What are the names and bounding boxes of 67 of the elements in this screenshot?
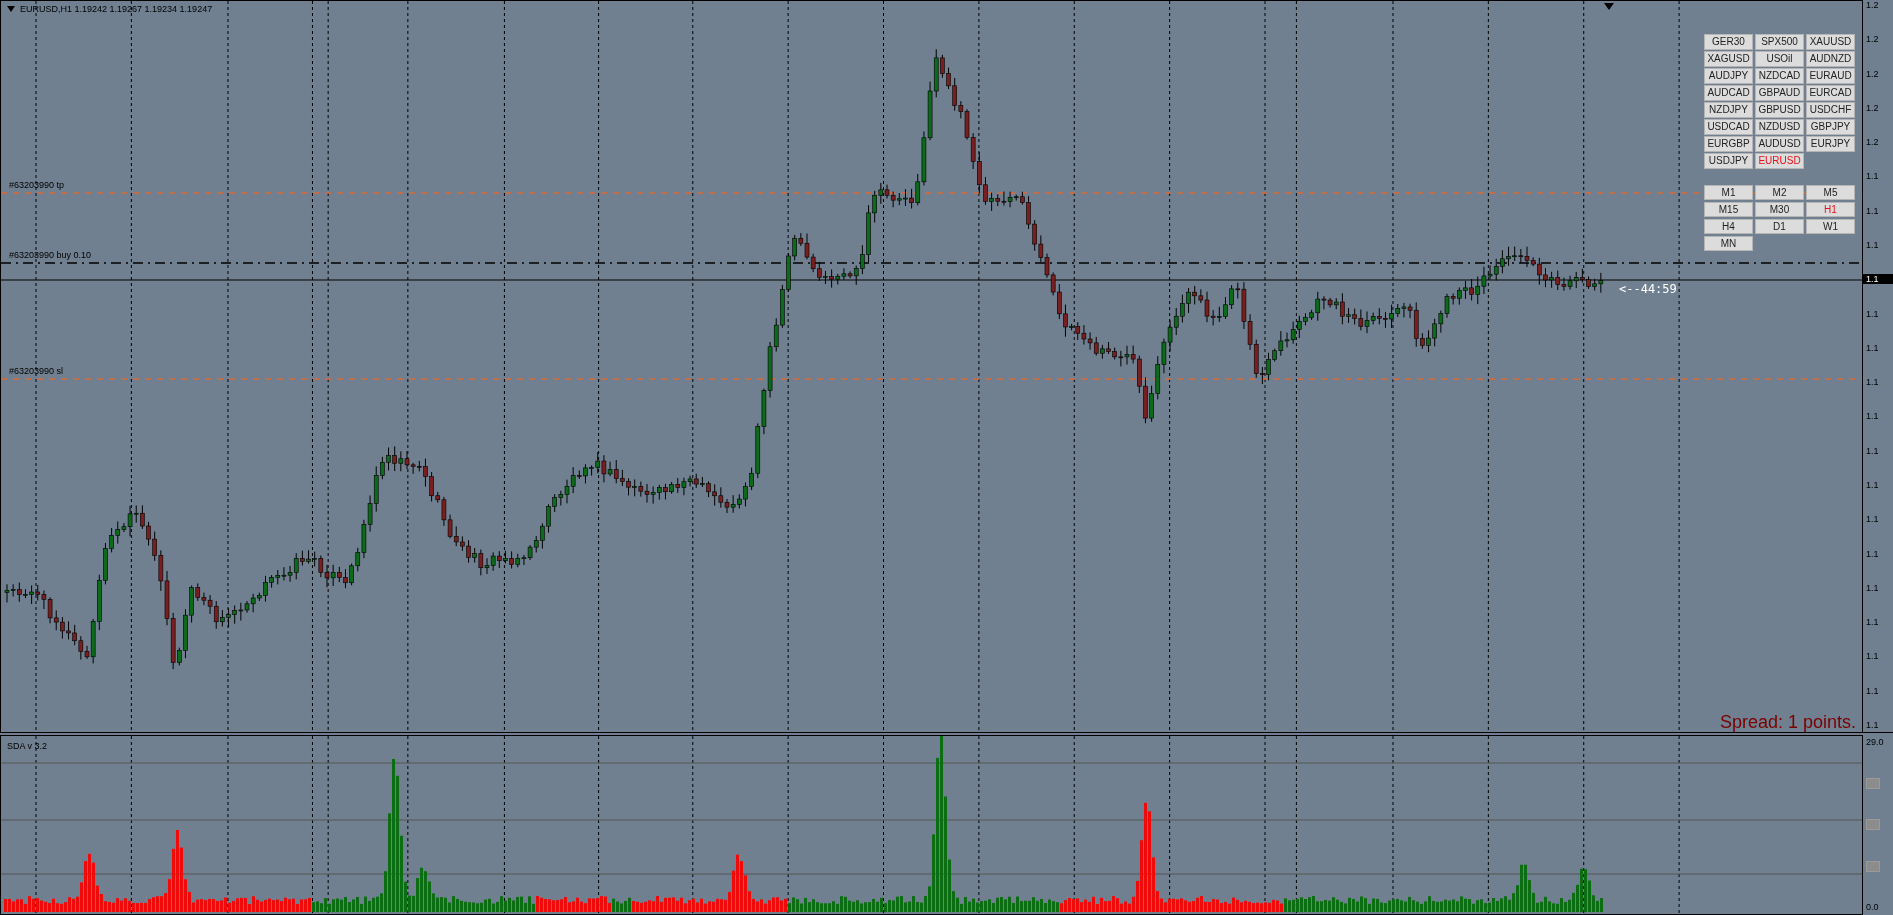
symbol-button[interactable]: XAGUSD xyxy=(1704,51,1753,67)
symbol-button[interactable]: AUDCAD xyxy=(1704,85,1753,101)
timeframe-button[interactable]: M2 xyxy=(1755,185,1804,200)
timeframe-button[interactable]: D1 xyxy=(1755,219,1804,234)
price-label: 1.1 xyxy=(1865,342,1880,353)
symbol-button[interactable]: EURGBP xyxy=(1704,136,1753,152)
order-label: #63203990 buy 0.10 xyxy=(9,250,92,260)
symbol-button[interactable]: NZDCAD xyxy=(1755,68,1804,84)
indicator-scale-label: 29.0 xyxy=(1865,737,1884,747)
timeframe-button[interactable]: M15 xyxy=(1704,202,1753,217)
symbol-button[interactable]: EURJPY xyxy=(1806,136,1855,152)
price-label: 1.1 xyxy=(1865,239,1880,250)
symbol-button[interactable]: USOil xyxy=(1755,51,1804,67)
price-label: 1.1 xyxy=(1865,719,1880,730)
spread-text: Spread: 1 points. xyxy=(1719,712,1856,732)
level-tag xyxy=(1866,860,1880,872)
indicator-title: SDA v 3.2 xyxy=(7,741,48,751)
price-label: 1.2 xyxy=(1865,68,1880,79)
symbol-button[interactable]: GBPAUD xyxy=(1755,85,1804,101)
symbol-button[interactable]: GER30 xyxy=(1704,34,1753,50)
timeframe-button[interactable]: W1 xyxy=(1806,219,1855,234)
price-label: 1.2 xyxy=(1865,137,1880,148)
price-label: 1.1 xyxy=(1865,651,1880,662)
symbol-button[interactable]: GBPJPY xyxy=(1806,119,1855,135)
symbol-button[interactable]: GBPUSD xyxy=(1755,102,1804,118)
price-label: 1.1 xyxy=(1865,308,1880,319)
timeframe-button[interactable]: M1 xyxy=(1704,185,1753,200)
price-label: 1.1 xyxy=(1865,171,1880,182)
price-label: 1.1 xyxy=(1865,411,1880,422)
price-label: 1.1 xyxy=(1865,548,1880,559)
price-label: 1.2 xyxy=(1865,102,1880,113)
symbol-button[interactable]: SPX500 xyxy=(1755,34,1804,50)
symbol-button[interactable]: XAUUSD xyxy=(1806,34,1855,50)
countdown-text: <--44:59 xyxy=(1619,282,1677,296)
level-tag xyxy=(1866,819,1880,830)
price-label: 1.1 xyxy=(1865,205,1880,216)
timeframe-button[interactable]: MN xyxy=(1704,236,1753,251)
symbol-button[interactable]: USDCAD xyxy=(1704,119,1753,135)
level-tag xyxy=(1866,777,1880,789)
caret-icon[interactable] xyxy=(7,6,15,12)
price-label: 1.1 xyxy=(1865,685,1880,696)
symbol-button[interactable]: NZDJPY xyxy=(1704,102,1753,118)
symbol-button[interactable]: USDCHF xyxy=(1806,102,1855,118)
symbol-button[interactable]: EURCAD xyxy=(1806,85,1855,101)
timeframe-button[interactable]: M30 xyxy=(1755,202,1804,217)
price-label: 1.1 xyxy=(1865,445,1880,456)
indicator-scale-label: 0.0 xyxy=(1865,902,1879,912)
timeframe-button[interactable]: M5 xyxy=(1806,185,1855,200)
symbol-button[interactable]: AUDJPY xyxy=(1704,68,1753,84)
chart-title: EURUSD,H1 1.19242 1.19267 1.19234 1.19247 xyxy=(20,4,213,14)
order-label: #63203990 tp xyxy=(9,180,65,190)
shift-marker-icon[interactable] xyxy=(1604,3,1614,10)
price-label: 1.1 xyxy=(1865,514,1880,525)
symbol-button[interactable]: NZDUSD xyxy=(1755,119,1804,135)
symbol-button[interactable]: USDJPY xyxy=(1704,153,1753,169)
timeframe-button[interactable]: H4 xyxy=(1704,219,1753,234)
price-label: 1.1 xyxy=(1865,617,1880,628)
price-label: 1.1 xyxy=(1865,582,1880,593)
symbol-button[interactable]: AUDNZD xyxy=(1806,51,1855,67)
current-price-label: 1.1 xyxy=(1863,274,1893,285)
symbol-button[interactable]: EURAUD xyxy=(1806,68,1855,84)
order-label: #63203990 sl xyxy=(9,366,64,376)
price-label: 1.2 xyxy=(1865,34,1880,45)
symbol-button[interactable]: AUDUSD xyxy=(1755,136,1804,152)
price-label: 1.1 xyxy=(1865,377,1880,388)
price-label: 1.1 xyxy=(1865,479,1880,490)
price-label: 1.2 xyxy=(1865,0,1880,10)
